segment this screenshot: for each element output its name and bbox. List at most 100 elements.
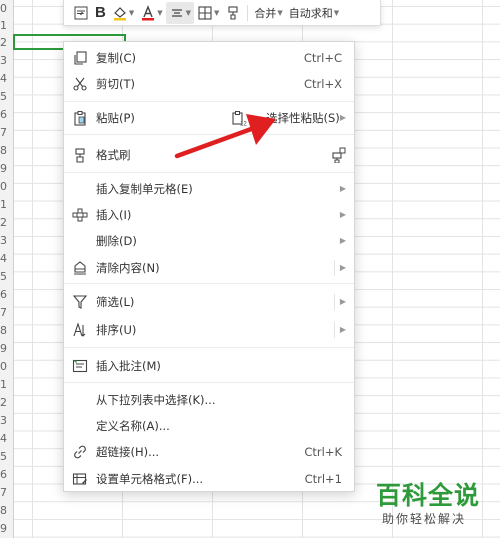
row-number[interactable]: 7 (0, 484, 13, 501)
menu-item-label: 插入批注(M) (96, 359, 161, 373)
menu-divider (64, 347, 354, 348)
row-number[interactable]: 0 (0, 0, 13, 17)
row-number[interactable]: 5 (0, 268, 13, 285)
row-number[interactable]: 0 (0, 178, 13, 195)
chevron-right-icon: ▶ (339, 210, 346, 219)
chevron-down-icon[interactable]: ▼ (186, 9, 191, 17)
chevron-right-icon[interactable]: ▶ (340, 256, 346, 280)
menu-item-paste-special[interactable]: 12 选择性粘贴(S) ▶ (227, 106, 354, 130)
scissors-icon (72, 76, 88, 92)
menu-item-label: 插入复制单元格(E) (96, 182, 193, 196)
menu-item-label: 复制(C) (96, 51, 137, 65)
row-number[interactable]: 4 (0, 430, 13, 447)
watermark-subtitle: 助你轻松解决 (382, 512, 467, 526)
toolbar-divider (247, 4, 249, 21)
row-number[interactable]: 5 (0, 448, 13, 465)
chevron-right-icon: ▶ (339, 236, 346, 245)
row-number[interactable]: 1 (0, 17, 13, 34)
row-number[interactable]: 7 (0, 124, 13, 141)
menu-item-split-divider (334, 294, 335, 310)
menu-item-label: 筛选(L) (96, 295, 135, 309)
comment-icon (72, 358, 88, 374)
chevron-right-icon: ▶ (339, 113, 346, 122)
bold-icon: B (95, 4, 106, 21)
row-number[interactable]: 4 (0, 70, 13, 87)
chevron-down-icon[interactable]: ▼ (277, 9, 282, 17)
fill-color-button[interactable]: ▼ (109, 2, 137, 24)
menu-item-label: 剪切(T) (96, 77, 135, 91)
paste-special-icon: 12 (231, 110, 247, 128)
merge-button[interactable]: 合并 ▼ (251, 2, 285, 24)
menu-item-label: 清除内容(N) (96, 261, 160, 275)
menu-item-insert-comment[interactable]: 插入批注(M) (64, 354, 354, 378)
row-number[interactable]: 8 (0, 322, 13, 339)
row-number[interactable]: 6 (0, 106, 13, 123)
bold-button[interactable]: B (92, 2, 109, 24)
menu-item-format-painter[interactable]: 格式刷 (64, 143, 354, 167)
menu-item-split-divider (334, 322, 335, 338)
row-number[interactable]: 6 (0, 286, 13, 303)
row-number[interactable]: 3 (0, 52, 13, 69)
wrap-icon (73, 5, 89, 21)
format-painter-icon (225, 5, 241, 21)
font-color-button[interactable]: ▼ (137, 2, 165, 24)
row-number[interactable]: 9 (0, 340, 13, 357)
menu-item-split-divider (334, 260, 335, 276)
row-number[interactable]: 8 (0, 502, 13, 519)
row-number[interactable]: 1 (0, 376, 13, 393)
row-number[interactable]: 2 (0, 394, 13, 411)
row-number[interactable]: 5 (0, 88, 13, 105)
menu-item-label: 定义名称(A)... (96, 419, 170, 433)
align-center-button[interactable]: ▼ (165, 1, 195, 24)
menu-item-label: 超链接(H)... (96, 445, 160, 459)
format-painter-button[interactable] (222, 2, 244, 24)
menu-item-define-name[interactable]: 定义名称(A)... (64, 414, 354, 438)
row-number[interactable]: 1 (0, 196, 13, 213)
chevron-down-icon[interactable]: ▼ (157, 9, 162, 17)
row-number[interactable]: 2 (0, 34, 13, 51)
chevron-right-icon[interactable]: ▶ (340, 318, 346, 342)
menu-item-insert[interactable]: 插入(I) ▶ (64, 203, 354, 227)
row-number[interactable]: 2 (0, 214, 13, 231)
wrap-text-button[interactable] (70, 2, 92, 24)
row-number[interactable]: 6 (0, 466, 13, 483)
menu-item-label: 选择性粘贴(S) (266, 111, 340, 125)
row-number[interactable]: 8 (0, 142, 13, 159)
format-painter-lock-icon[interactable] (330, 147, 346, 164)
watermark-logo: 百科全说 助你轻松解决 (376, 476, 488, 532)
chevron-down-icon[interactable]: ▼ (334, 9, 339, 17)
chevron-down-icon[interactable]: ▼ (129, 9, 134, 17)
autosum-button[interactable]: 自动求和 ▼ (286, 2, 342, 24)
align-center-icon (169, 5, 185, 21)
menu-item-copy[interactable]: 复制(C) Ctrl+C (64, 46, 354, 70)
menu-divider (64, 283, 354, 284)
chevron-down-icon[interactable]: ▼ (214, 9, 219, 17)
menu-item-filter[interactable]: 筛选(L) ▶ (64, 290, 354, 314)
menu-item-label: 从下拉列表中选择(K)... (96, 393, 216, 407)
filter-icon (72, 294, 88, 310)
shortcut-label: Ctrl+1 (304, 472, 342, 486)
menu-item-clear-contents[interactable]: 清除内容(N) ▶ (64, 256, 354, 280)
menu-item-insert-copied-cells[interactable]: 插入复制单元格(E) ▶ (64, 177, 354, 201)
menu-item-sort[interactable]: 排序(U) ▶ (64, 318, 354, 342)
menu-item-format-cells[interactable]: 设置单元格格式(F)... Ctrl+1 (64, 467, 354, 491)
shortcut-label: Ctrl+X (304, 77, 342, 91)
row-number[interactable]: 7 (0, 304, 13, 321)
row-number[interactable]: 3 (0, 232, 13, 249)
row-number[interactable]: 0 (0, 358, 13, 375)
row-number[interactable]: 4 (0, 250, 13, 267)
shortcut-label: Ctrl+C (303, 51, 342, 65)
sort-icon (72, 322, 88, 338)
menu-item-cut[interactable]: 剪切(T) Ctrl+X (64, 72, 354, 96)
menu-item-delete[interactable]: 删除(D) ▶ (64, 229, 354, 253)
menu-item-pick-from-list[interactable]: 从下拉列表中选择(K)... (64, 388, 354, 412)
row-number[interactable]: 9 (0, 160, 13, 177)
merge-label: 合并 (254, 6, 277, 20)
chevron-right-icon[interactable]: ▶ (340, 290, 346, 314)
menu-item-hyperlink[interactable]: 超链接(H)... Ctrl+K (64, 440, 354, 464)
row-number[interactable]: 3 (0, 412, 13, 429)
border-button[interactable]: ▼ (194, 2, 222, 24)
menu-divider (64, 172, 354, 173)
fill-color-icon (112, 5, 128, 21)
row-number[interactable]: 9 (0, 520, 13, 537)
